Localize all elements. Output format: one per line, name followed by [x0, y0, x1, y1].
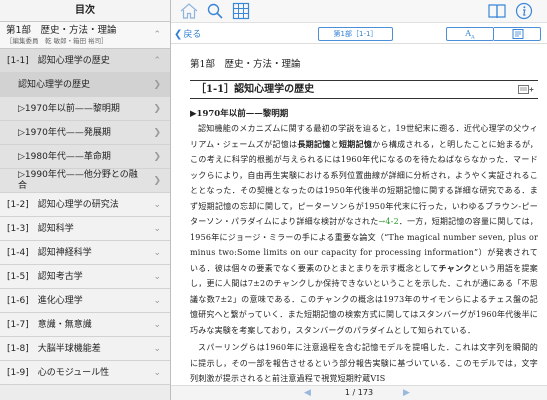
toc-subsection-item[interactable]: ▷1990年代——他分野との融合 ❯ — [0, 169, 170, 193]
toc-item-label: ▷1970年代——発展期 — [18, 128, 111, 138]
toc-title: 目次 — [0, 0, 170, 22]
chevron-right-icon: ❯ — [153, 152, 161, 162]
section-heading: ［1-1］認知心理学の歴史 — [190, 80, 538, 99]
search-icon[interactable] — [205, 2, 225, 20]
toc-subsection-item[interactable]: ▷1970年以前——黎明期 ❯ — [0, 97, 170, 121]
toc-section-item[interactable]: [1-2] 認知心理学の研究法 ⌄ — [0, 193, 170, 217]
term-long-term-memory: 長期記憶 — [297, 138, 331, 149]
font-size-button[interactable]: AA — [446, 27, 494, 41]
toc-item-label: 認知心理学の歴史 — [18, 80, 91, 90]
font-size-sub-label: A — [471, 34, 475, 41]
chevron-down-icon: ⌄ — [153, 200, 161, 210]
grid-view-icon[interactable] — [231, 2, 251, 20]
back-label: 戻る — [183, 30, 202, 40]
toc-item-label: ▷1980年代——革命期 — [18, 152, 111, 162]
toc-section-item[interactable]: [1-1] 認知心理学の歴史 ⌃ — [0, 49, 170, 73]
toc-item-label: [1-4] 認知神経科学 — [7, 248, 92, 258]
reader-main: ❮戻る 第1部［1-1］ AA 第1部 歴史・方法・理論 ［1-1］認知心理学の… — [171, 0, 547, 400]
term-chunk: チャンク — [438, 262, 472, 273]
chevron-down-icon: ⌄ — [153, 296, 161, 306]
toc-section-item[interactable]: [1-7] 意識・無意識 ⌄ — [0, 313, 170, 337]
toc-part-editors: ［編集委員 乾 敏郎・箱田 裕司］ — [6, 37, 108, 45]
toc-part-title: 第1部 歴史・方法・理論 — [6, 25, 117, 36]
toc-sidebar: 目次 第1部 歴史・方法・理論 ［編集委員 乾 敏郎・箱田 裕司］ ⌃ [1-1… — [0, 0, 171, 400]
article-content: 第1部 歴史・方法・理論 ［1-1］認知心理学の歴史 ▶1970年以前——黎明期… — [171, 44, 547, 385]
chevron-down-icon: ⌄ — [153, 248, 161, 258]
previous-page-icon[interactable]: ◀ — [304, 386, 311, 400]
paragraph-2: スパーリングらは1960年に注意過程を含む記憶モデルを提唱した．これは文字列を瞬… — [190, 343, 538, 383]
chevron-right-icon: ❯ — [153, 104, 161, 114]
toc-item-label: [1-1] 認知心理学の歴史 — [7, 56, 110, 66]
toc-item-label: ▷1970年以前——黎明期 — [18, 104, 120, 114]
chevron-down-icon: ⌄ — [153, 224, 161, 234]
toc-subsection-item[interactable]: ▷1980年代——革命期 ❯ — [0, 145, 170, 169]
toc-section-item[interactable]: [1-4] 認知神経科学 ⌄ — [0, 241, 170, 265]
toc-item-label: [1-7] 意識・無意識 — [7, 320, 92, 330]
breadcrumb: 第1部 歴史・方法・理論 — [190, 59, 301, 70]
toc-section-item[interactable]: [1-8] 大脳半球機能差 ⌄ — [0, 337, 170, 361]
text-run: から構成される，と明したことに始まるが，この考えに科学的根拠が与えられるには19… — [190, 139, 538, 227]
chevron-down-icon: ⌄ — [153, 344, 161, 354]
chevron-down-icon: ⌄ — [153, 368, 161, 378]
chevron-down-icon: ⌄ — [153, 272, 161, 282]
toc-section-item[interactable]: [1-3] 認知科学 ⌄ — [0, 217, 170, 241]
term-short-term-memory: 短期記憶 — [338, 138, 373, 149]
content-navbar: ❮戻る 第1部［1-1］ AA — [171, 23, 547, 44]
section-heading-text: ［1-1］認知心理学の歴史 — [196, 84, 315, 95]
text-run: と — [330, 139, 339, 149]
chevron-up-icon: ⌃ — [153, 56, 161, 66]
total-pages: 173 — [357, 388, 374, 397]
chevron-right-icon: ❯ — [153, 176, 161, 186]
toc-item-label: [1-9] 心のモジュール性 — [7, 368, 110, 378]
section-button[interactable]: 第1部［1-1］ — [318, 27, 393, 41]
info-icon[interactable] — [514, 2, 534, 20]
image-view-button[interactable] — [494, 27, 541, 41]
chevron-up-icon: ⌃ — [153, 30, 161, 40]
bookmark-add-icon[interactable] — [518, 85, 534, 94]
toc-item-label: [1-5] 認知考古学 — [7, 272, 83, 282]
toc-section-item[interactable]: [1-9] 心のモジュール性 ⌄ — [0, 361, 170, 385]
subheading: ▶1970年以前——黎明期 — [190, 109, 289, 119]
page-indicator: ◀ 1 / 173 ▶ — [171, 385, 547, 400]
toc-section-item[interactable]: [1-6] 進化心理学 ⌄ — [0, 289, 170, 313]
text-run: という用語を提案し，更に人間は7±2のチャンクしか保持できないということを示した… — [190, 263, 538, 335]
toc-subsection-item[interactable]: 認知心理学の歴史 ❯ — [0, 73, 170, 97]
toc-item-label: [1-8] 大脳半球機能差 — [7, 344, 101, 354]
next-page-icon[interactable]: ▶ — [403, 386, 410, 400]
toc-item-label: [1-3] 認知科学 — [7, 224, 74, 234]
book-icon[interactable] — [487, 2, 507, 20]
toc-subsection-item[interactable]: ▷1970年代——発展期 ❯ — [0, 121, 170, 145]
cross-reference-link[interactable]: →4-2 — [378, 217, 398, 226]
paragraph-1: 認知機能のメカニズムに関する最初の学説を辿ると，19世紀末に遡る．近代心理学の父… — [190, 121, 538, 338]
chevron-right-icon: ❯ — [153, 128, 161, 138]
home-icon[interactable] — [179, 2, 199, 20]
toc-list: [1-1] 認知心理学の歴史 ⌃ 認知心理学の歴史 ❯ ▷1970年以前——黎明期 ❯ ▷1… — [0, 49, 170, 385]
chevron-right-icon: ❯ — [153, 80, 161, 90]
chevron-down-icon: ⌄ — [153, 320, 161, 330]
chevron-left-icon: ❮ — [174, 29, 183, 40]
top-toolbar — [171, 0, 547, 23]
page-separator: / — [350, 388, 358, 397]
toc-part-header[interactable]: 第1部 歴史・方法・理論 ［編集委員 乾 敏郎・箱田 裕司］ ⌃ — [0, 22, 170, 49]
toc-item-label: ▷1990年代——他分野との融合 — [18, 170, 138, 191]
image-icon — [512, 29, 524, 39]
back-button[interactable]: ❮戻る — [174, 27, 201, 40]
toc-section-item[interactable]: [1-5] 認知考古学 ⌄ — [0, 265, 170, 289]
toc-item-label: [1-2] 認知心理学の研究法 — [7, 200, 119, 210]
toc-item-label: [1-6] 進化心理学 — [7, 296, 83, 306]
